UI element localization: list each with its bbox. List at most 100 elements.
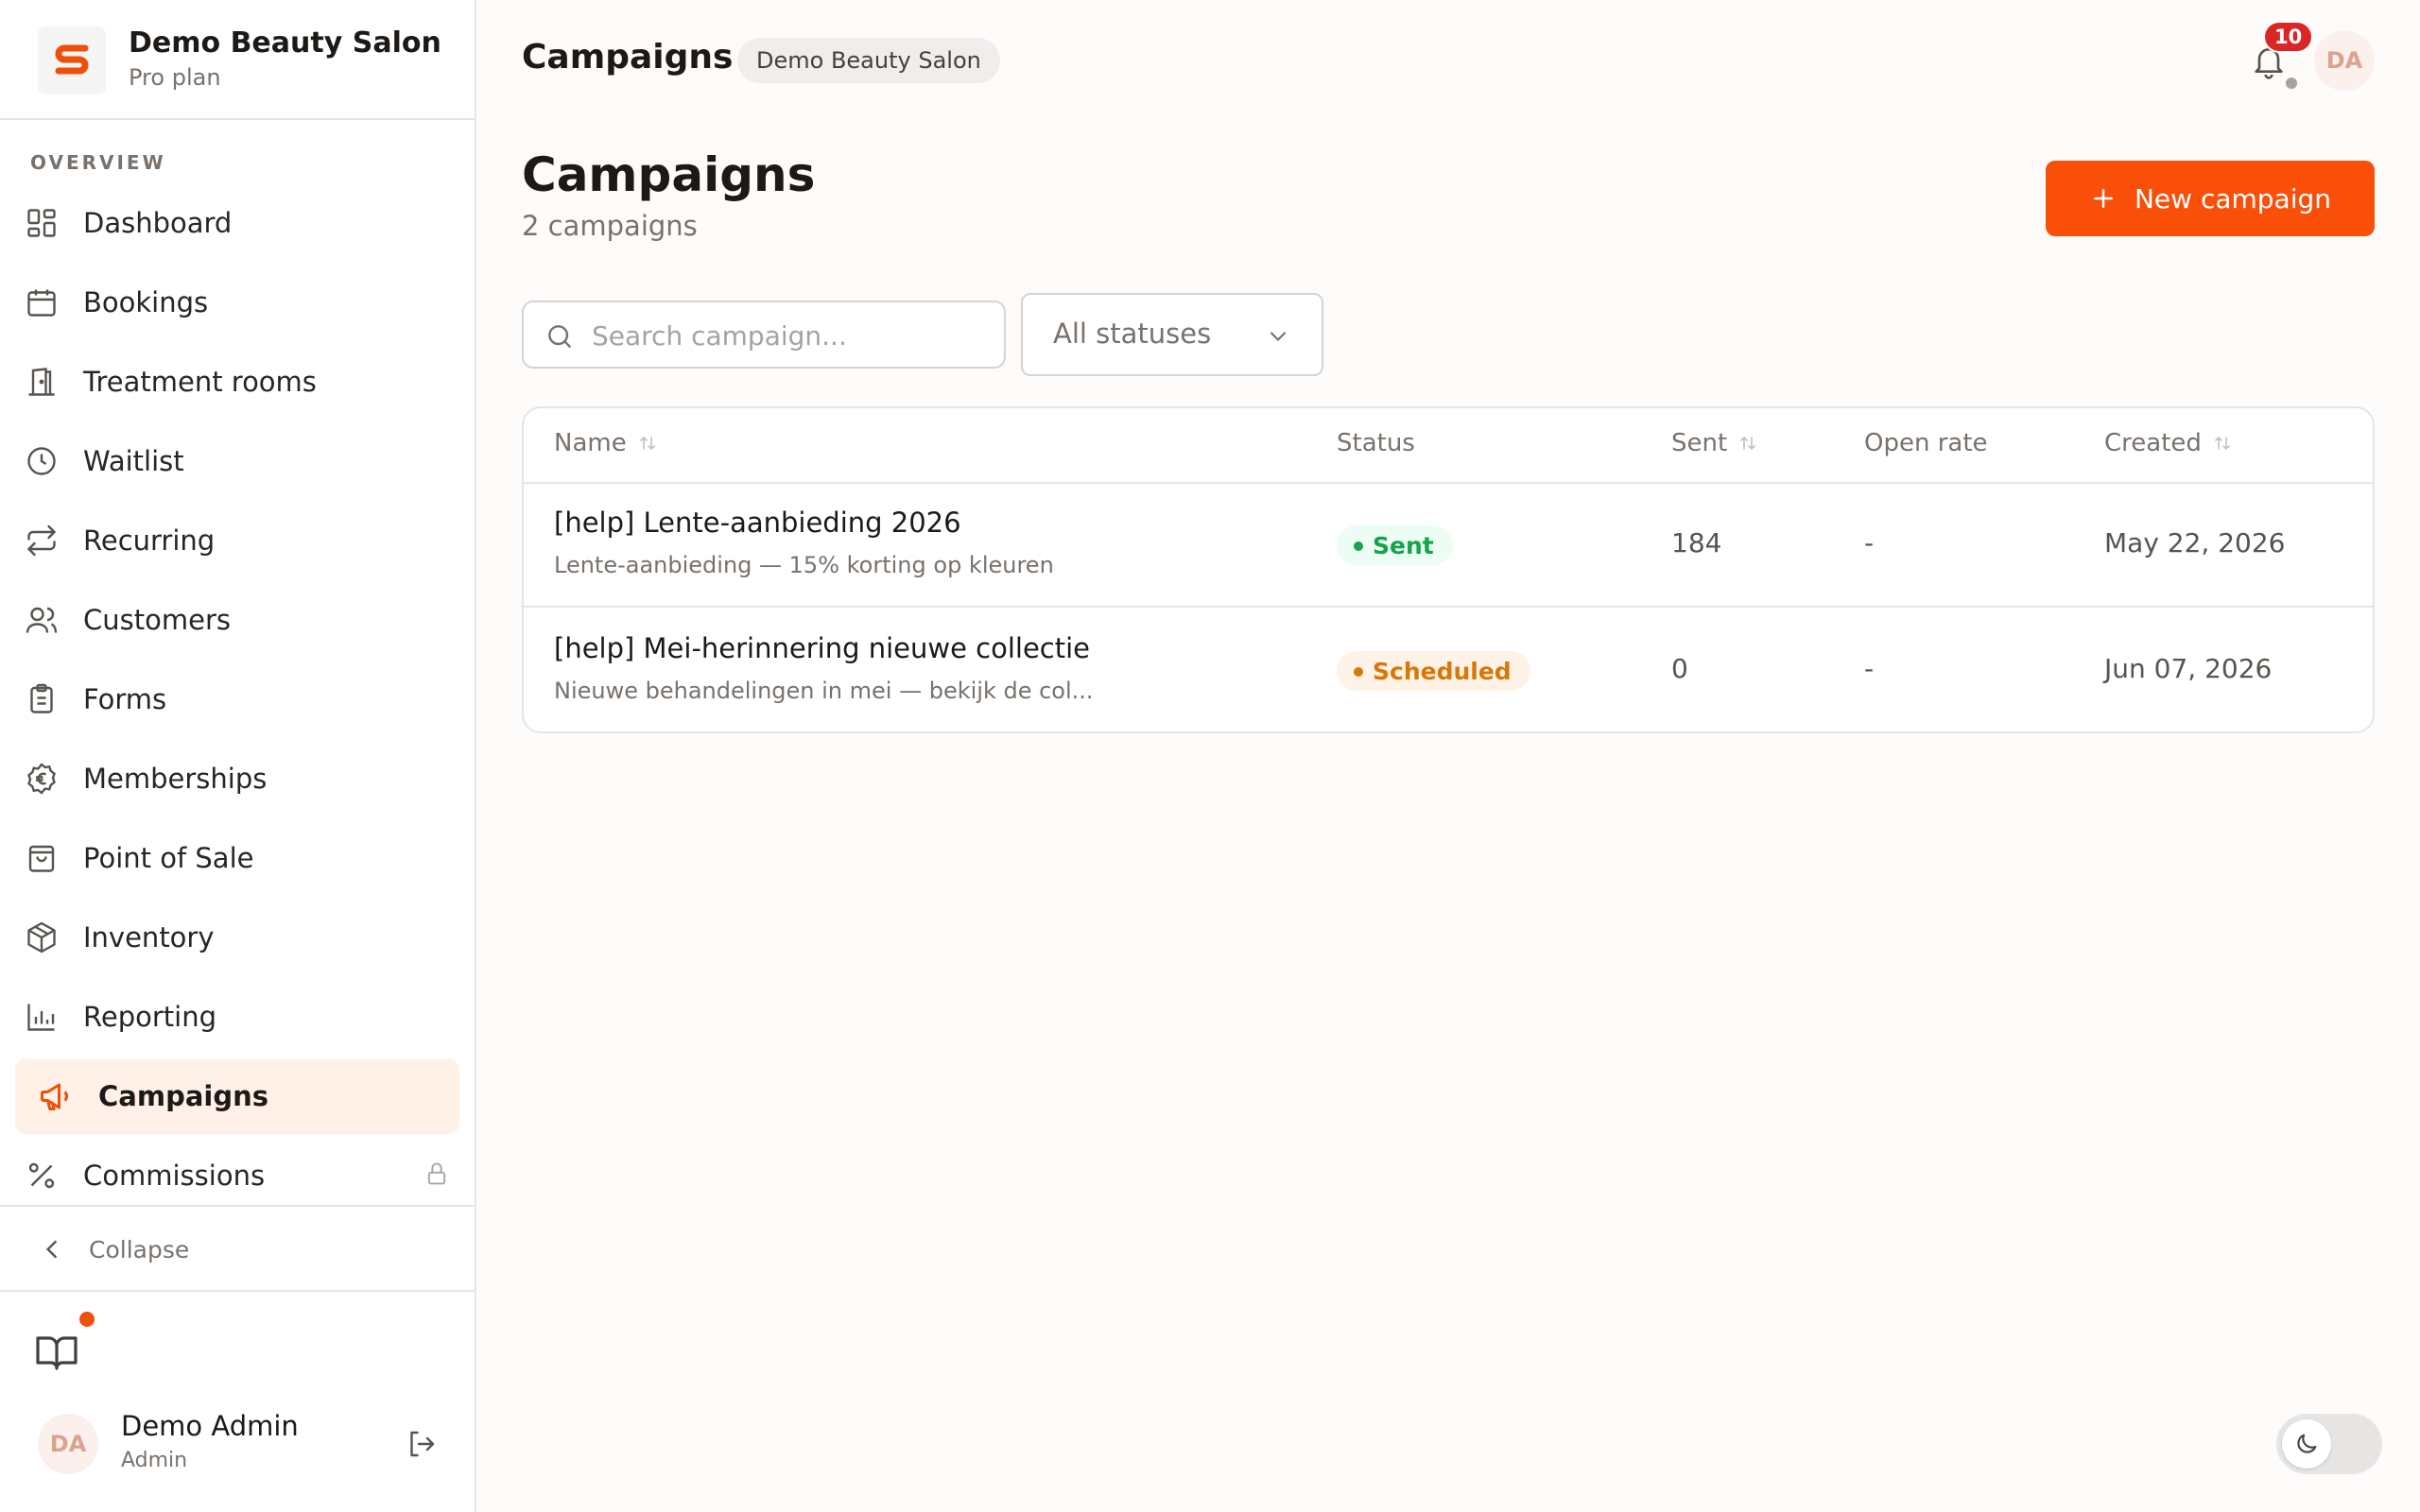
euro-badge-icon [27, 763, 56, 795]
created-date: Jun 07, 2026 [2104, 653, 2273, 684]
sidebar-item-campaigns[interactable]: Campaigns [15, 1058, 459, 1134]
sidebar-item-label: Commissions [83, 1160, 266, 1192]
column-header-created[interactable]: Created [2104, 429, 2234, 457]
column-label: Sent [1671, 429, 1728, 457]
campaign-description: Nieuwe behandelingen in mei — bekijk de … [554, 678, 1094, 704]
sidebar-item-commissions[interactable]: Commissions [15, 1138, 459, 1213]
created-date: May 22, 2026 [2104, 527, 2286, 558]
campaign-name[interactable]: [help] Mei-herinnering nieuwe collectie [554, 632, 1090, 664]
user-role: Admin [121, 1449, 188, 1472]
column-label: Name [554, 429, 627, 457]
sidebar: Demo Beauty Salon Pro plan OVERVIEW Dash… [0, 0, 476, 1512]
user-avatar[interactable]: DA [38, 1414, 98, 1474]
sidebar-item-label: Point of Sale [83, 842, 254, 874]
status-badge: Scheduled [1337, 651, 1530, 691]
sidebar-item-forms[interactable]: Forms [15, 662, 459, 737]
header-avatar[interactable]: DA [2314, 30, 2375, 91]
column-header-name[interactable]: Name [554, 429, 659, 457]
open-rate: - [1864, 653, 1875, 684]
sidebar-item-label: Recurring [83, 524, 216, 557]
search-input[interactable] [592, 316, 989, 355]
workspace-badge: Demo Beauty Salon [737, 38, 1000, 83]
sidebar-divider [0, 1205, 475, 1207]
column-header-sent[interactable]: Sent [1671, 429, 1759, 457]
header-title: Campaigns [522, 38, 734, 77]
chevron-down-icon [1270, 332, 1287, 341]
sidebar-item-memberships[interactable]: Memberships [15, 741, 459, 816]
new-indicator-dot [79, 1312, 95, 1327]
sidebar-item-label: Bookings [83, 286, 209, 318]
brand-plan: Pro plan [129, 64, 221, 91]
sidebar-item-customers[interactable]: Customers [15, 582, 459, 658]
sidebar-item-label: Dashboard [83, 207, 233, 239]
campaign-count: 2 campaigns [522, 210, 698, 242]
nav-section-overview: OVERVIEW [30, 151, 166, 174]
sidebar-item-reporting[interactable]: Reporting [15, 979, 459, 1055]
lock-icon [427, 1162, 446, 1185]
sidebar-item-label: Treatment rooms [83, 366, 317, 398]
clock-icon [27, 447, 56, 475]
sort-icon [2215, 436, 2230, 451]
collapse-label: Collapse [89, 1235, 190, 1263]
sidebar-item-point-of-sale[interactable]: Point of Sale [15, 820, 459, 896]
open-rate: - [1864, 527, 1875, 558]
sidebar-item-label: Inventory [83, 921, 215, 954]
sent-count: 0 [1671, 653, 1688, 684]
table-row[interactable]: [help] Lente-aanbieding 2026 Lente-aanbi… [524, 484, 2373, 608]
table-header: Name Status Sent Open rate Created [524, 408, 2373, 484]
shopping-bag-icon [28, 845, 55, 872]
status-filter-value: All statuses [1053, 318, 1212, 350]
column-label: Open rate [1864, 429, 1988, 457]
sidebar-item-dashboard[interactable]: Dashboard [15, 185, 459, 261]
brand-header[interactable]: Demo Beauty Salon Pro plan [0, 0, 475, 120]
brand-logo-mark [55, 44, 89, 75]
sidebar-item-treatment-rooms[interactable]: Treatment rooms [15, 344, 459, 420]
column-label: Created [2104, 429, 2202, 457]
page-title: Campaigns [522, 147, 816, 202]
sidebar-item-label: Forms [83, 683, 167, 715]
sort-icon [1740, 436, 1755, 451]
user-name: Demo Admin [121, 1410, 299, 1442]
theme-toggle-knob [2282, 1419, 2331, 1469]
book-open-icon[interactable] [34, 1329, 79, 1374]
chevron-left-icon [45, 1240, 57, 1259]
campaign-name[interactable]: [help] Lente-aanbieding 2026 [554, 507, 961, 539]
new-campaign-button[interactable]: New campaign [2046, 161, 2375, 236]
repeat-icon [27, 524, 56, 557]
column-header-status: Status [1337, 429, 1415, 457]
brand-logo [38, 26, 106, 94]
sidebar-item-label: Customers [83, 604, 231, 636]
moon-icon [2297, 1434, 2317, 1453]
table-row[interactable]: [help] Mei-herinnering nieuwe collectie … [524, 610, 2373, 731]
status-dot [2286, 77, 2297, 89]
dashboard-icon [27, 209, 56, 237]
sidebar-item-label: Campaigns [98, 1080, 269, 1112]
door-icon [28, 368, 55, 396]
users-icon [26, 607, 58, 633]
sort-icon [639, 436, 655, 451]
column-label: Status [1337, 429, 1415, 457]
theme-toggle[interactable] [2276, 1414, 2382, 1474]
sidebar-item-label: Reporting [83, 1001, 216, 1033]
sent-count: 184 [1671, 527, 1722, 558]
sidebar-item-label: Waitlist [83, 445, 184, 477]
package-icon [27, 921, 56, 954]
sidebar-item-bookings[interactable]: Bookings [15, 265, 459, 340]
megaphone-icon [41, 1083, 68, 1110]
collapse-button[interactable]: Collapse [38, 1230, 189, 1268]
new-campaign-label: New campaign [2134, 182, 2332, 215]
sidebar-item-waitlist[interactable]: Waitlist [15, 423, 459, 499]
search-icon [548, 325, 571, 348]
status-filter-select[interactable]: All statuses [1021, 293, 1323, 376]
search-field[interactable] [522, 301, 1006, 369]
percent-icon [28, 1162, 55, 1189]
sidebar-item-inventory[interactable]: Inventory [15, 900, 459, 975]
clipboard-icon [30, 683, 53, 713]
notification-count-badge: 10 [2263, 21, 2314, 53]
sidebar-item-label: Memberships [83, 763, 268, 795]
campaigns-table: Name Status Sent Open rate Created [help… [522, 406, 2375, 733]
sidebar-divider [0, 1290, 475, 1292]
brand-name: Demo Beauty Salon [129, 26, 441, 60]
sidebar-item-recurring[interactable]: Recurring [15, 503, 459, 578]
logout-icon[interactable] [405, 1427, 439, 1461]
